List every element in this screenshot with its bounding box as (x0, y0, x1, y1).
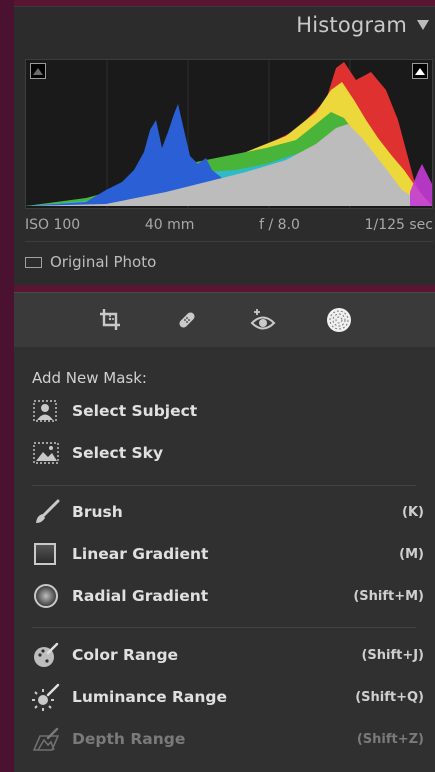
color-range-shortcut: (Shift+J) (361, 647, 424, 663)
highlight-clipping-toggle[interactable] (412, 63, 428, 79)
shutter-speed-value: 1/125 sec (364, 217, 433, 233)
linear-gradient-icon (32, 540, 64, 568)
original-photo-toggle[interactable]: Original Photo (25, 249, 156, 275)
tool-strip (14, 292, 435, 348)
focal-length-value: 40 mm (144, 217, 195, 233)
shadow-clip-triangle-icon (33, 68, 43, 75)
select-sky-icon (32, 439, 64, 467)
radial-gradient-label: Radial Gradient (72, 587, 209, 605)
original-photo-label: Original Photo (50, 253, 157, 271)
radial-gradient-shortcut: (Shift+M) (353, 588, 424, 604)
exif-info-row: ISO 100 40 mm f / 8.0 1/125 sec (25, 211, 433, 239)
luminance-range-option[interactable]: Luminance Range (Shift+Q) (32, 681, 424, 713)
radial-gradient-option[interactable]: Radial Gradient (Shift+M) (32, 580, 424, 612)
select-subject-option[interactable]: Select Subject (32, 395, 424, 427)
brush-shortcut: (K) (402, 504, 424, 520)
mask-separator (32, 485, 416, 486)
original-photo-checkbox[interactable] (25, 256, 42, 268)
linear-gradient-shortcut: (M) (399, 546, 424, 562)
depth-range-shortcut: (Shift+Z) (356, 731, 424, 747)
select-subject-label: Select Subject (72, 402, 198, 420)
luminance-range-label: Luminance Range (72, 688, 228, 706)
masking-panel: Add New Mask: Select Subject Select Sky (14, 347, 435, 772)
shadow-clipping-toggle[interactable] (30, 63, 46, 79)
histogram-divider (25, 241, 433, 242)
iso-value: ISO 100 (25, 217, 81, 233)
highlight-clip-triangle-icon (415, 68, 425, 75)
color-range-label: Color Range (72, 646, 179, 664)
window-frame-left (0, 0, 14, 772)
histogram-header[interactable]: Histogram (14, 7, 435, 43)
depth-range-icon (32, 725, 64, 753)
masking-tool-icon[interactable] (324, 305, 354, 335)
linear-gradient-label: Linear Gradient (72, 545, 209, 563)
color-range-option[interactable]: Color Range (Shift+J) (32, 639, 424, 671)
depth-range-option[interactable]: Depth Range (Shift+Z) (32, 723, 424, 755)
brush-icon (32, 498, 64, 526)
healing-tool-icon[interactable] (172, 305, 202, 335)
histogram-magenta (410, 164, 432, 206)
brush-label: Brush (72, 503, 123, 521)
brush-option[interactable]: Brush (K) (32, 496, 424, 528)
luminance-range-shortcut: (Shift+Q) (355, 689, 424, 705)
collapse-triangle-icon[interactable] (417, 20, 429, 30)
luminance-range-icon (32, 683, 64, 711)
mask-separator (32, 627, 416, 628)
crop-tool-icon[interactable] (96, 305, 126, 335)
select-subject-icon (32, 397, 64, 425)
histogram-title: Histogram (296, 13, 407, 37)
aperture-value: f / 8.0 (259, 217, 300, 233)
red-eye-tool-icon[interactable] (248, 305, 278, 335)
add-new-mask-heading: Add New Mask: (32, 369, 147, 387)
depth-range-label: Depth Range (72, 730, 186, 748)
radial-gradient-icon (32, 582, 64, 610)
histogram-curves (26, 60, 432, 208)
linear-gradient-option[interactable]: Linear Gradient (M) (32, 538, 424, 570)
histogram-graph[interactable] (25, 59, 433, 209)
select-sky-option[interactable]: Select Sky (32, 437, 424, 469)
histogram-panel: Histogram ISO 100 40 mm f / 8.0 1/125 se… (14, 6, 435, 285)
color-range-icon (32, 641, 64, 669)
select-sky-label: Select Sky (72, 444, 164, 462)
